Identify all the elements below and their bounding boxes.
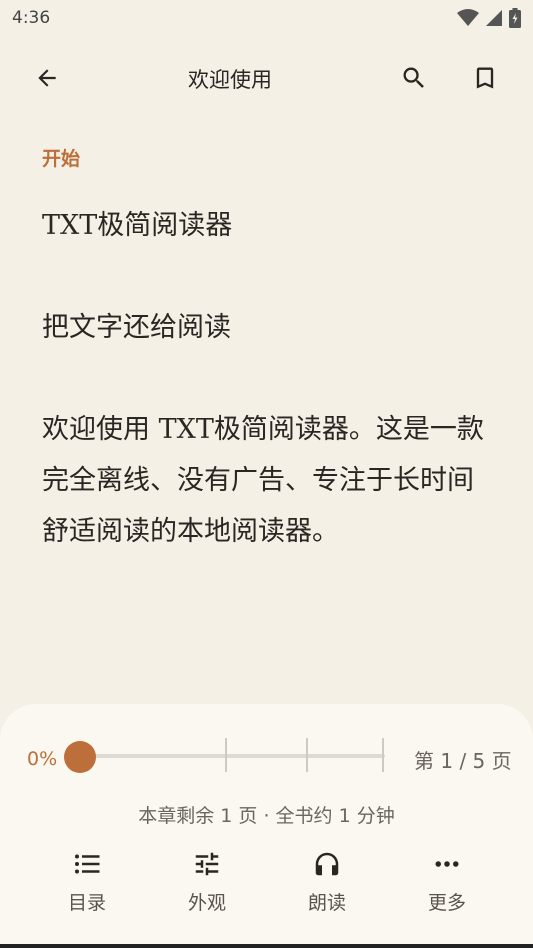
list-icon bbox=[72, 844, 102, 884]
gesture-bar bbox=[0, 944, 533, 948]
top-app-bar: 欢迎使用 bbox=[0, 48, 533, 108]
progress-slider-tick bbox=[382, 738, 384, 772]
more-horizontal-icon bbox=[432, 844, 462, 884]
back-button[interactable] bbox=[23, 54, 71, 102]
nav-read-aloud-button[interactable]: 朗读 bbox=[272, 844, 382, 915]
page-indicator: 第 1 / 5 页 bbox=[414, 749, 512, 773]
nav-more-button[interactable]: 更多 bbox=[392, 844, 502, 915]
status-bar: 4:36 bbox=[0, 0, 533, 36]
search-icon bbox=[403, 67, 424, 88]
arrow-back-icon bbox=[38, 69, 56, 87]
wifi-icon bbox=[457, 9, 479, 26]
status-icons bbox=[457, 8, 521, 28]
reading-content: TXT极简阅读器 把文字还给阅读 欢迎使用 TXT极简阅读器。这是一款完全离线、… bbox=[42, 200, 492, 608]
reader-controls-panel: 0% 第 1 / 5 页 本章剩余 1 页 · 全书约 1 分钟 目录 外观 朗… bbox=[0, 704, 533, 948]
headphones-icon bbox=[312, 844, 342, 884]
content-paragraph: TXT极简阅读器 bbox=[42, 210, 233, 241]
page-title: 欢迎使用 bbox=[188, 68, 272, 92]
content-paragraph: 把文字还给阅读 bbox=[42, 312, 231, 343]
nav-label: 朗读 bbox=[307, 892, 346, 914]
search-button[interactable] bbox=[390, 54, 438, 102]
progress-slider-tick bbox=[225, 738, 227, 772]
nav-appearance-button[interactable]: 外观 bbox=[152, 844, 262, 915]
progress-slider-thumb[interactable] bbox=[64, 741, 96, 773]
battery-icon bbox=[509, 8, 521, 28]
cellular-icon bbox=[486, 10, 502, 26]
nav-toc-button[interactable]: 目录 bbox=[32, 844, 142, 915]
progress-slider-track[interactable] bbox=[79, 754, 385, 758]
reader-bottom-nav: 目录 外观 朗读 更多 bbox=[0, 844, 533, 924]
content-paragraph: 欢迎使用 TXT极简阅读器。这是一款完全离线、没有广告、专注于长时间舒适阅读的本… bbox=[42, 414, 484, 547]
nav-label: 外观 bbox=[187, 892, 226, 914]
nav-label: 更多 bbox=[427, 892, 466, 914]
progress-slider-tick bbox=[306, 738, 308, 772]
bookmark-button[interactable] bbox=[461, 54, 509, 102]
nav-label: 目录 bbox=[67, 892, 106, 914]
chapter-label: 开始 bbox=[42, 148, 81, 170]
sliders-icon bbox=[192, 844, 222, 884]
status-time: 4:36 bbox=[12, 8, 51, 28]
progress-percent: 0% bbox=[27, 748, 58, 770]
remaining-time: 本章剩余 1 页 · 全书约 1 分钟 bbox=[138, 805, 395, 827]
bookmark-icon bbox=[476, 67, 494, 89]
